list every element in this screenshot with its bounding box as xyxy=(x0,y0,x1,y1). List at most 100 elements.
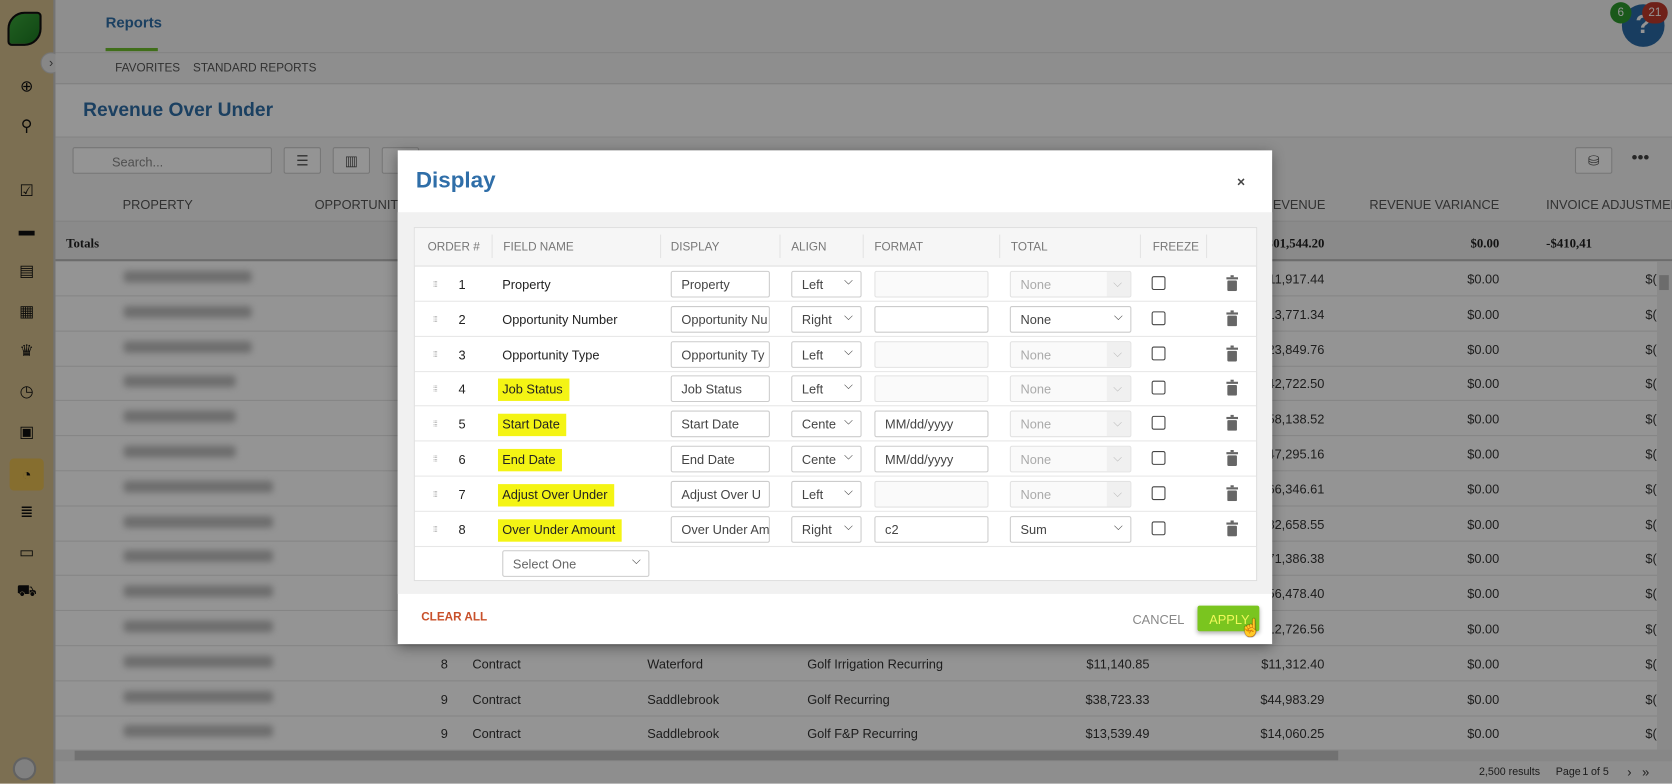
drag-handle-icon[interactable]: ⁞⁞⁞ xyxy=(433,419,438,429)
freeze-checkbox[interactable] xyxy=(1151,311,1166,326)
divider xyxy=(491,234,493,259)
order-number: 5 xyxy=(458,417,466,433)
display-input[interactable]: Over Under Am xyxy=(670,515,770,543)
clear-all-button[interactable]: CLEAR ALL xyxy=(421,611,487,624)
align-select[interactable]: Cente ⌵ xyxy=(791,445,862,473)
fields-table: ORDER # FIELD NAME DISPLAY ALIGN FORMAT … xyxy=(413,227,1258,582)
drag-handle-icon[interactable]: ⁞⁞⁞ xyxy=(433,349,438,359)
field-name: Property xyxy=(502,277,550,292)
field-name: Opportunity Number xyxy=(502,312,617,327)
order-number: 1 xyxy=(458,277,466,293)
align-value: Cente xyxy=(801,417,837,433)
total-value: None xyxy=(1020,347,1052,363)
order-number: 2 xyxy=(458,312,466,328)
field-name-text: Start Date xyxy=(497,413,567,437)
cancel-button[interactable]: CANCEL xyxy=(1132,612,1184,627)
total-select: None ⌵ xyxy=(1009,480,1132,508)
trash-icon[interactable] xyxy=(1226,345,1239,362)
align-select[interactable]: Right ⌵ xyxy=(791,305,862,333)
freeze-checkbox[interactable] xyxy=(1151,451,1166,465)
close-icon[interactable]: × xyxy=(1237,174,1245,190)
chevron-down-icon: ⌵ xyxy=(844,310,854,323)
align-select[interactable]: Left ⌵ xyxy=(791,270,862,298)
align-value: Left xyxy=(801,277,824,293)
display-input[interactable]: Job Status xyxy=(670,375,770,403)
trash-icon[interactable] xyxy=(1226,449,1239,466)
format-input[interactable]: c2 xyxy=(874,515,989,543)
drag-handle-icon[interactable]: ⁞⁞⁞ xyxy=(433,524,438,534)
field-row: ⁞⁞⁞ 2 Opportunity Number Opportunity Nu Righ… xyxy=(414,302,1257,337)
freeze-checkbox[interactable] xyxy=(1151,416,1166,430)
drag-handle-icon[interactable]: ⁞⁞⁞ xyxy=(433,279,438,289)
chevron-down-icon: ⌵ xyxy=(844,275,854,288)
trash-icon[interactable] xyxy=(1226,519,1239,536)
align-value: Left xyxy=(801,347,824,363)
trash-icon[interactable] xyxy=(1226,310,1239,327)
display-input[interactable]: Adjust Over U xyxy=(670,480,770,508)
field-name-text: Adjust Over Under xyxy=(497,483,614,507)
field-row: ⁞⁞⁞ 4 Job Status Job Status Left ⌵ None ⌵ xyxy=(414,371,1257,407)
trash-icon[interactable] xyxy=(1226,275,1239,292)
total-select[interactable]: Sum ⌵ xyxy=(1009,515,1132,543)
align-select[interactable]: Right ⌵ xyxy=(791,515,862,543)
add-field-select[interactable]: Select One ⌵ xyxy=(502,550,650,577)
field-row: ⁞⁞⁞ 6 End Date End Date Cente ⌵ MM/dd/yyyy None… xyxy=(414,441,1257,477)
divider xyxy=(862,234,864,259)
mouse-cursor-icon: ☝ xyxy=(1240,619,1262,638)
format-input[interactable] xyxy=(874,305,989,333)
add-field-placeholder: Select One xyxy=(512,556,577,572)
display-input[interactable]: Property xyxy=(670,270,770,298)
field-name-text: Property xyxy=(502,277,551,293)
freeze-checkbox[interactable] xyxy=(1151,381,1166,395)
trash-icon[interactable] xyxy=(1226,484,1239,501)
total-select[interactable]: None ⌵ xyxy=(1009,305,1132,333)
total-value: None xyxy=(1020,487,1052,503)
format-input xyxy=(874,375,989,403)
drag-handle-icon[interactable]: ⁞⁞⁞ xyxy=(433,384,438,394)
align-select[interactable]: Left ⌵ xyxy=(791,375,862,403)
align-value: Right xyxy=(801,522,832,537)
field-name: End Date xyxy=(497,448,563,472)
header-freeze: FREEZE xyxy=(1152,240,1199,254)
field-name: Opportunity Type xyxy=(502,347,599,362)
field-row: ⁞⁞⁞ 1 Property Property Left ⌵ None ⌵ xyxy=(414,267,1257,302)
chevron-down-icon: ⌵ xyxy=(844,449,854,463)
freeze-checkbox[interactable] xyxy=(1151,276,1166,291)
align-select[interactable]: Left ⌵ xyxy=(791,480,862,508)
header-order: ORDER # xyxy=(427,240,480,254)
display-input[interactable]: End Date xyxy=(670,445,770,473)
align-select[interactable]: Left ⌵ xyxy=(791,340,862,368)
field-name-text: Opportunity Type xyxy=(502,347,600,363)
format-input[interactable]: MM/dd/yyyy xyxy=(874,410,989,438)
trash-icon[interactable] xyxy=(1226,380,1239,397)
trash-icon[interactable] xyxy=(1226,415,1239,431)
freeze-checkbox[interactable] xyxy=(1151,486,1166,500)
order-number: 3 xyxy=(458,347,466,363)
total-value: Sum xyxy=(1020,522,1047,537)
format-input[interactable]: MM/dd/yyyy xyxy=(874,445,989,473)
field-name: Job Status xyxy=(497,378,570,402)
drag-handle-icon[interactable]: ⁞⁞⁞ xyxy=(433,489,438,499)
align-select[interactable]: Cente ⌵ xyxy=(791,410,862,438)
drag-handle-icon[interactable]: ⁞⁞⁞ xyxy=(433,454,438,464)
display-input[interactable]: Opportunity Nu xyxy=(670,305,770,333)
app: ⊕ ⚲ ☑ ▬ ▤ ▦ ♛ ◷ ▣ ◔ ≣ ▭ ⛟ › Reports ? 6 21 FAVORITES… xyxy=(0,0,1672,784)
display-input[interactable]: Opportunity Ty xyxy=(670,340,770,368)
freeze-checkbox[interactable] xyxy=(1151,521,1166,535)
order-number: 4 xyxy=(458,382,466,398)
field-name-text: Opportunity Number xyxy=(502,312,618,328)
header-align: ALIGN xyxy=(791,240,827,254)
total-value: None xyxy=(1020,277,1052,293)
divider xyxy=(1139,234,1141,259)
divider xyxy=(999,234,1001,259)
freeze-checkbox[interactable] xyxy=(1151,346,1166,360)
display-input[interactable]: Start Date xyxy=(670,410,770,438)
total-value: None xyxy=(1020,417,1052,433)
header-field-name: FIELD NAME xyxy=(503,240,574,254)
format-input xyxy=(874,270,989,298)
chevron-down-icon: ⌵ xyxy=(1106,376,1131,402)
field-name: Adjust Over Under xyxy=(497,483,614,507)
chevron-down-icon: ⌵ xyxy=(844,484,854,498)
total-select: None ⌵ xyxy=(1009,340,1132,368)
drag-handle-icon[interactable]: ⁞⁞⁞ xyxy=(433,314,438,324)
